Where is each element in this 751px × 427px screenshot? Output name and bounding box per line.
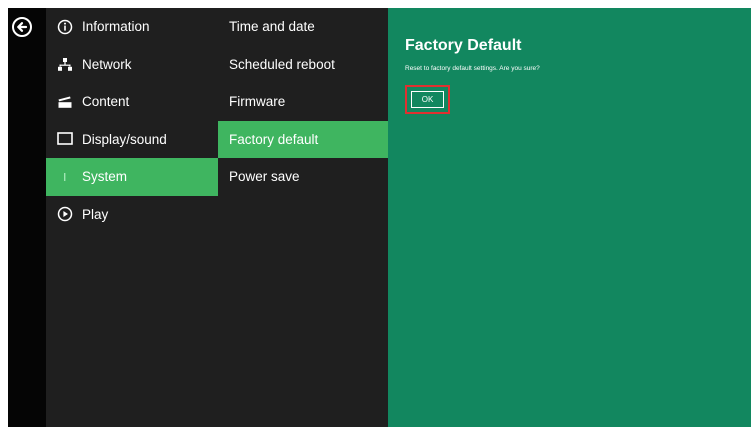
network-icon (57, 56, 73, 72)
monitor-icon (57, 131, 73, 147)
info-circle-icon (57, 19, 73, 35)
menu-item-label: Play (82, 206, 109, 222)
menu-item-system[interactable]: System (46, 158, 218, 196)
menu-item-label: Information (82, 19, 150, 35)
left-rail (8, 8, 46, 427)
menu-item-play[interactable]: Play (46, 196, 218, 234)
menu-item-label: System (82, 169, 128, 185)
system-icon (57, 169, 73, 185)
submenu-item-label: Scheduled reboot (229, 56, 335, 72)
play-circle-icon (57, 206, 73, 222)
menu-item-network[interactable]: Network (46, 46, 218, 84)
submenu-item-scheduled-reboot[interactable]: Scheduled reboot (218, 46, 388, 84)
clapperboard-icon (57, 94, 73, 110)
panel-title: Factory Default (405, 37, 522, 54)
confirmation-message: Reset to factory default settings. Are y… (405, 65, 540, 72)
arrow-left-icon (17, 22, 28, 32)
menu-item-content[interactable]: Content (46, 83, 218, 121)
menu-item-information[interactable]: Information (46, 8, 218, 46)
submenu-item-label: Time and date (229, 19, 315, 35)
back-button[interactable] (12, 17, 32, 37)
menu-item-label: Network (82, 56, 132, 72)
menu-item-label: Content (82, 94, 130, 110)
submenu-item-power-save[interactable]: Power save (218, 158, 388, 196)
menu-item-display-sound[interactable]: Display/sound (46, 121, 218, 159)
system-submenu: Time and date Scheduled reboot Firmware … (218, 8, 388, 427)
factory-default-panel: Factory Default Reset to factory default… (388, 8, 751, 427)
settings-screen: Information Network Content Display/soun… (8, 8, 751, 427)
menu-item-label: Display/sound (82, 131, 167, 147)
ok-button-highlight: OK (405, 85, 450, 114)
submenu-item-label: Firmware (229, 94, 286, 110)
submenu-item-label: Factory default (229, 131, 319, 147)
ok-button[interactable]: OK (411, 91, 444, 108)
submenu-item-firmware[interactable]: Firmware (218, 83, 388, 121)
submenu-item-label: Power save (229, 169, 300, 185)
submenu-item-factory-default[interactable]: Factory default (218, 120, 388, 158)
submenu-item-time-and-date[interactable]: Time and date (218, 8, 388, 46)
category-menu: Information Network Content Display/soun… (46, 8, 218, 427)
